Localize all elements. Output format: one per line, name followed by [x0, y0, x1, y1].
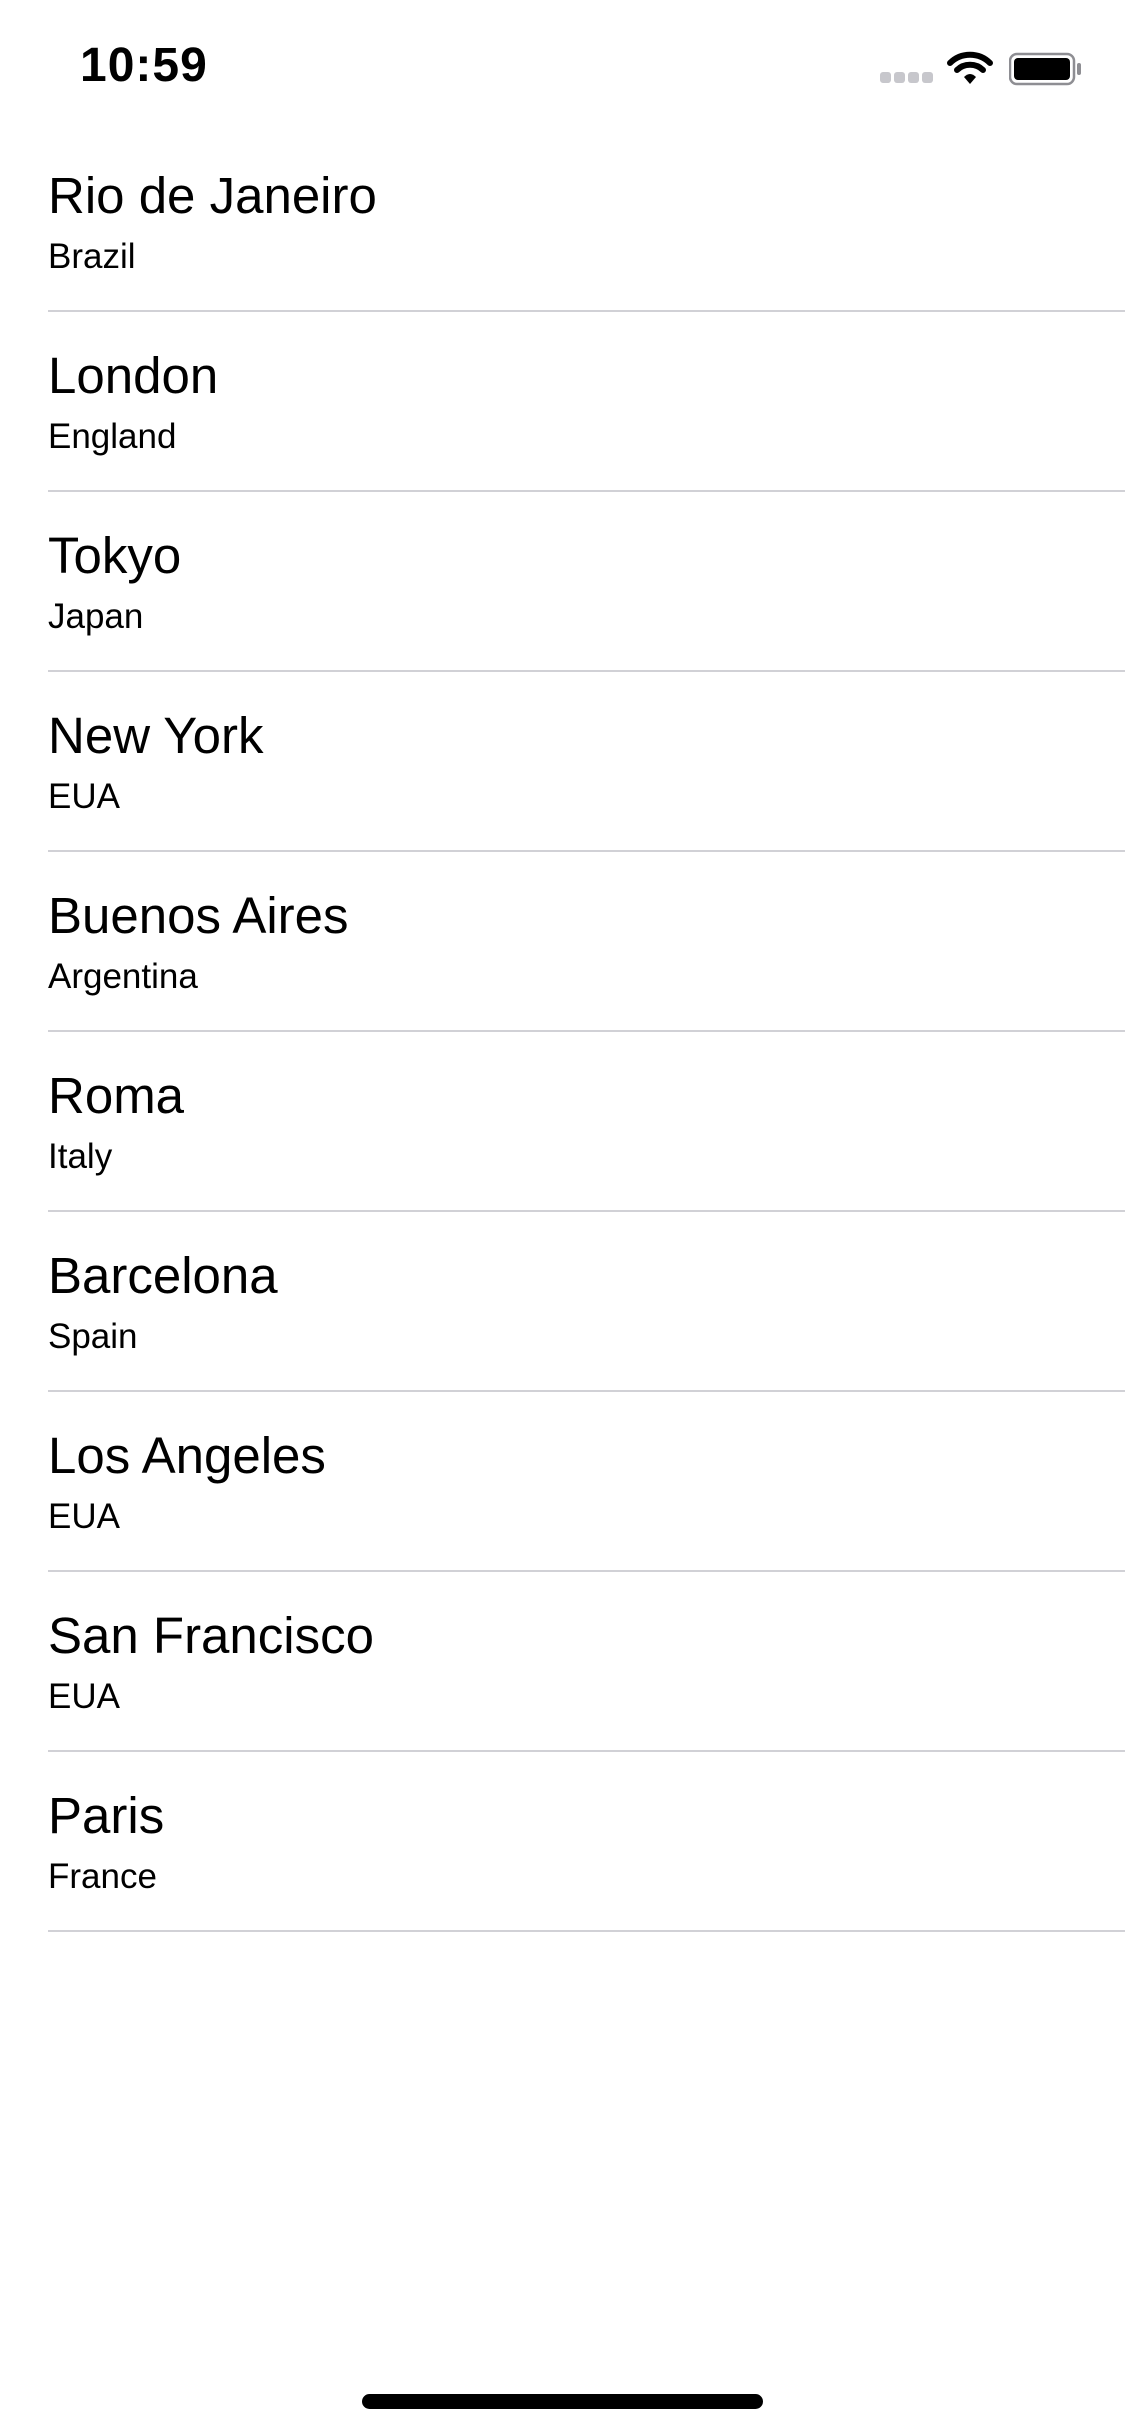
city-name: Buenos Aires [48, 887, 349, 944]
row-separator [48, 1930, 1125, 1932]
wifi-icon [947, 51, 993, 84]
city-country: EUA [48, 777, 120, 816]
cellular-signal-icon [880, 72, 934, 84]
city-row-tokyo[interactable]: Tokyo Japan [0, 492, 1125, 672]
city-name: Los Angeles [48, 1427, 326, 1484]
city-name: London [48, 347, 219, 404]
city-name: San Francisco [48, 1607, 374, 1664]
city-country: Brazil [48, 237, 136, 276]
city-country: Argentina [48, 957, 198, 996]
city-country: England [48, 417, 177, 456]
city-row-paris[interactable]: Paris France [0, 1752, 1125, 1932]
city-row-london[interactable]: London England [0, 312, 1125, 492]
city-country: Spain [48, 1317, 138, 1356]
city-row-buenos-aires[interactable]: Buenos Aires Argentina [0, 852, 1125, 1032]
city-name: Barcelona [48, 1247, 278, 1304]
city-name: Tokyo [48, 527, 182, 584]
battery-icon [1009, 52, 1081, 86]
city-row-los-angeles[interactable]: Los Angeles EUA [0, 1392, 1125, 1572]
city-country: EUA [48, 1677, 120, 1716]
city-country: France [48, 1857, 157, 1896]
city-country: Japan [48, 597, 144, 636]
home-indicator[interactable] [362, 2394, 763, 2409]
city-row-san-francisco[interactable]: San Francisco EUA [0, 1572, 1125, 1752]
city-country: Italy [48, 1137, 113, 1176]
status-bar: 10:59 [0, 0, 1125, 132]
city-row-new-york[interactable]: New York EUA [0, 672, 1125, 852]
city-name: Paris [48, 1787, 165, 1844]
city-row-rio-de-janeiro[interactable]: Rio de Janeiro Brazil [0, 132, 1125, 312]
city-row-barcelona[interactable]: Barcelona Spain [0, 1212, 1125, 1392]
city-list: Rio de Janeiro Brazil London England Tok… [0, 132, 1125, 1932]
city-row-roma[interactable]: Roma Italy [0, 1032, 1125, 1212]
city-country: EUA [48, 1497, 120, 1536]
status-time: 10:59 [80, 39, 208, 92]
city-name: New York [48, 707, 264, 764]
city-name: Rio de Janeiro [48, 167, 377, 224]
city-name: Roma [48, 1067, 185, 1124]
